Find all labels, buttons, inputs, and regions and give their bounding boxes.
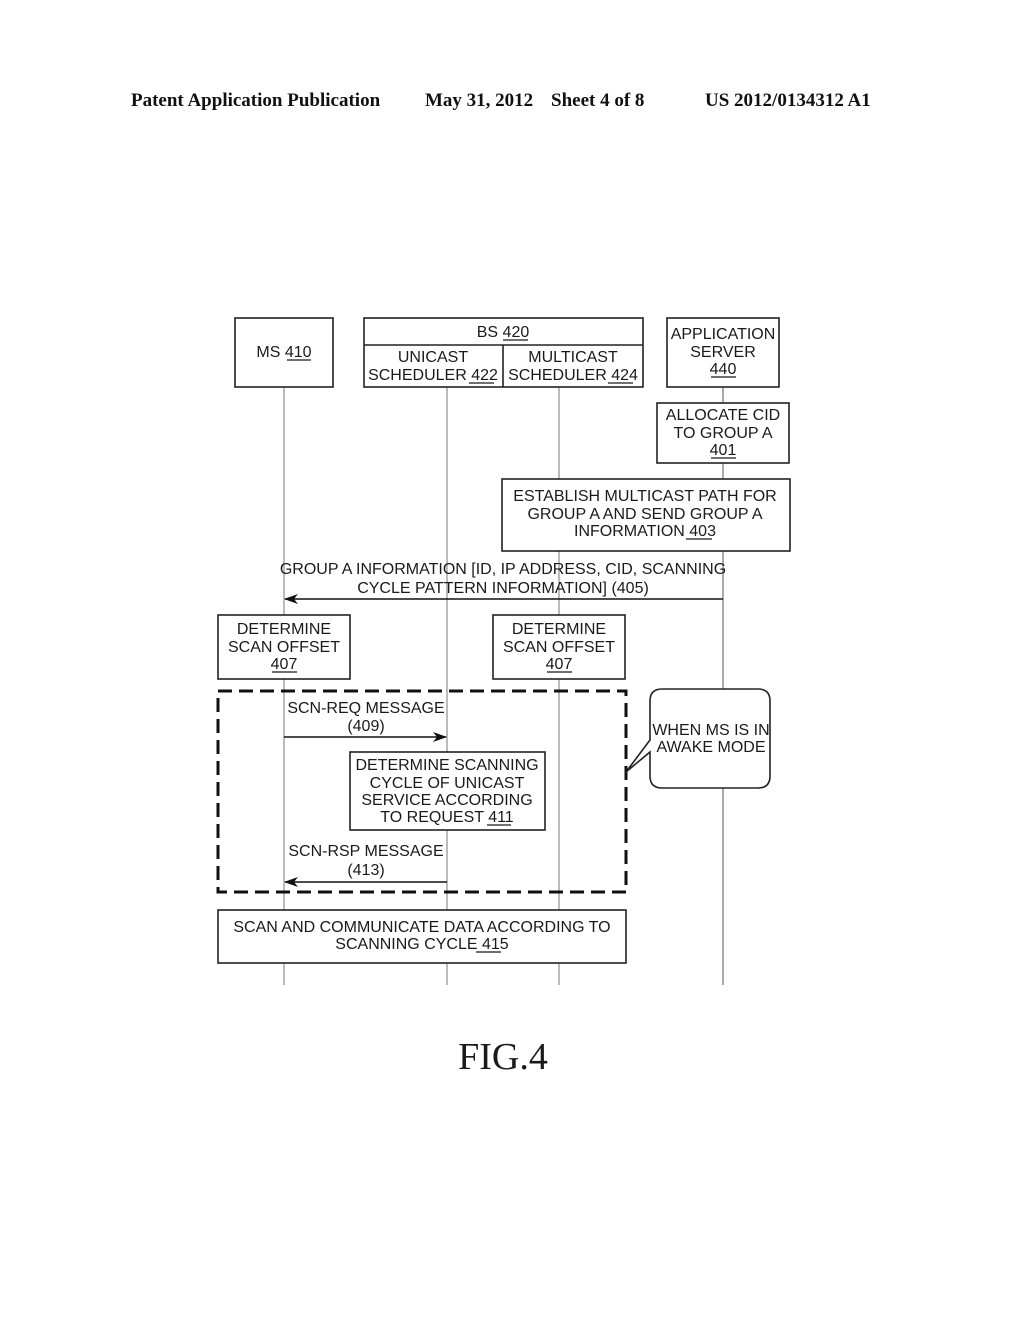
message-409: SCN-REQ MESSAGE (409) (284, 700, 447, 742)
step-403-line2: GROUP A AND SEND GROUP A (527, 506, 762, 523)
message-413-line1: SCN-RSP MESSAGE (288, 843, 443, 860)
step-411-line4: TO REQUEST (380, 809, 484, 826)
svg-text:SCHEDULER 424: SCHEDULER 424 (508, 367, 638, 384)
unicast-line2: SCHEDULER (368, 367, 467, 384)
step-407-ms-ref: 407 (271, 656, 298, 673)
step-407-bs-line2: SCAN OFFSET (503, 639, 615, 656)
step-411-line3: SERVICE ACCORDING (361, 792, 532, 809)
svg-text:SCANNING CYCLE 415: SCANNING CYCLE 415 (335, 936, 509, 953)
multicast-ref: 424 (611, 367, 638, 384)
bs-name: BS (477, 324, 498, 341)
unicast-ref: 422 (471, 367, 498, 384)
svg-text:TO REQUEST 411: TO REQUEST 411 (380, 809, 514, 826)
step-407-ms-line2: SCAN OFFSET (228, 639, 340, 656)
message-409-line2: (409) (347, 718, 384, 735)
step-403-box: ESTABLISH MULTICAST PATH FOR GROUP A AND… (501, 478, 791, 552)
step-411-ref: 411 (488, 809, 514, 826)
message-405-line1: GROUP A INFORMATION [ID, IP ADDRESS, CID… (280, 561, 726, 578)
step-407-ms-line1: DETERMINE (237, 621, 331, 638)
app-server-line1: APPLICATION (671, 326, 776, 343)
step-401-line1: ALLOCATE CID (666, 407, 780, 424)
step-403-line3: INFORMATION (574, 523, 685, 540)
awake-mode-callout: WHEN MS IS IN AWAKE MODE (625, 688, 771, 789)
step-401-ref: 401 (710, 442, 737, 459)
message-413: SCN-RSP MESSAGE (413) (284, 843, 447, 887)
entity-application-server: APPLICATION SERVER 440 (666, 317, 780, 388)
figure-label: FIG.4 (458, 1036, 548, 1078)
callout-line2: AWAKE MODE (656, 739, 765, 756)
step-401-line2: TO GROUP A (674, 425, 773, 442)
entity-ms: MS 410 (234, 317, 334, 388)
app-server-ref: 440 (710, 361, 737, 378)
message-413-line2: (413) (347, 862, 384, 879)
step-411-line1: DETERMINE SCANNING (355, 757, 538, 774)
sequence-diagram: MS 410 BS 420 UNICAST SCHEDULER 422 MULT… (216, 317, 791, 1078)
step-407-bs-box: DETERMINE SCAN OFFSET 407 (492, 614, 626, 680)
message-409-line1: SCN-REQ MESSAGE (287, 700, 444, 717)
step-415-line2: SCANNING CYCLE (335, 936, 477, 953)
step-401-box: ALLOCATE CID TO GROUP A 401 (656, 402, 790, 464)
step-403-ref: 403 (689, 523, 716, 540)
multicast-line1: MULTICAST (528, 349, 618, 366)
step-411-line2: CYCLE OF UNICAST (370, 775, 525, 792)
svg-text:SCHEDULER 422: SCHEDULER 422 (368, 367, 498, 384)
step-407-ms-box: DETERMINE SCAN OFFSET 407 (217, 614, 351, 680)
svg-text:INFORMATION 403: INFORMATION 403 (574, 523, 716, 540)
step-415-ref: 415 (482, 936, 509, 953)
callout-line1: WHEN MS IS IN (652, 722, 769, 739)
message-405-line2: CYCLE PATTERN INFORMATION] (405) (357, 580, 649, 597)
app-server-line2: SERVER (690, 344, 756, 361)
ms-name: MS (256, 344, 280, 361)
step-411-box: DETERMINE SCANNING CYCLE OF UNICAST SERV… (349, 751, 546, 831)
step-403-line1: ESTABLISH MULTICAST PATH FOR (513, 488, 776, 505)
svg-text:BS 420: BS 420 (477, 324, 530, 341)
unicast-line1: UNICAST (398, 349, 468, 366)
step-407-bs-line1: DETERMINE (512, 621, 606, 638)
step-415-line1: SCAN AND COMMUNICATE DATA ACCORDING TO (233, 919, 610, 936)
bs-ref: 420 (503, 324, 530, 341)
step-415-box: SCAN AND COMMUNICATE DATA ACCORDING TO S… (217, 909, 627, 964)
multicast-line2: SCHEDULER (508, 367, 607, 384)
message-405: GROUP A INFORMATION [ID, IP ADDRESS, CID… (280, 561, 726, 604)
ms-ref: 410 (285, 344, 312, 361)
step-407-bs-ref: 407 (546, 656, 573, 673)
svg-text:MS 410: MS 410 (256, 344, 311, 361)
entity-bs: BS 420 UNICAST SCHEDULER 422 MULTICAST S… (363, 317, 644, 388)
